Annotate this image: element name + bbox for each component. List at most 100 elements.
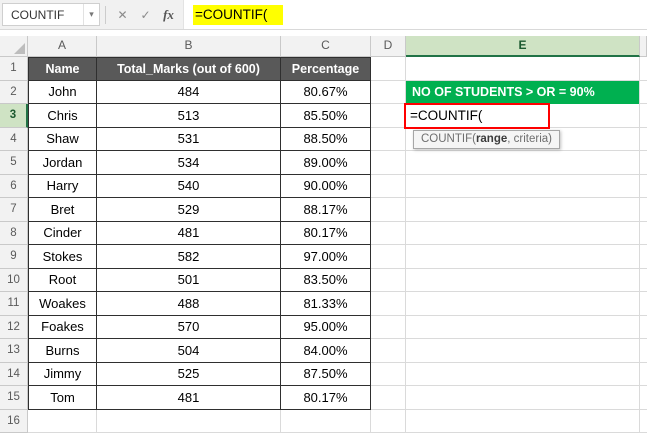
cell-C6[interactable]: 90.00% (281, 175, 371, 199)
row-header-6[interactable]: 6 (0, 175, 28, 199)
cell-C2[interactable]: 80.67% (281, 81, 371, 105)
row-header-2[interactable]: 2 (0, 81, 28, 105)
cell-E13[interactable] (406, 339, 640, 363)
cell-A15[interactable]: Tom (28, 386, 97, 410)
cell-B10[interactable]: 501 (97, 269, 281, 293)
row-header-5[interactable]: 5 (0, 151, 28, 175)
cell-B16[interactable] (97, 410, 281, 433)
row-header-13[interactable]: 13 (0, 339, 28, 363)
cell-B7[interactable]: 529 (97, 198, 281, 222)
row-header-9[interactable]: 9 (0, 245, 28, 269)
enter-icon[interactable]: ✓ (134, 3, 157, 26)
cell-B5[interactable]: 534 (97, 151, 281, 175)
cell-E7[interactable] (406, 198, 640, 222)
cell-C1[interactable]: Percentage (281, 57, 371, 81)
cell-B13[interactable]: 504 (97, 339, 281, 363)
cell-E9[interactable] (406, 245, 640, 269)
cell-A14[interactable]: Jimmy (28, 363, 97, 387)
cell-C11[interactable]: 81.33% (281, 292, 371, 316)
cell-B11[interactable]: 488 (97, 292, 281, 316)
name-box[interactable]: COUNTIF ▾ (2, 3, 100, 26)
row-header-16[interactable]: 16 (0, 410, 28, 433)
cell-B8[interactable]: 481 (97, 222, 281, 246)
cell-A11[interactable]: Woakes (28, 292, 97, 316)
col-header-B[interactable]: B (97, 36, 281, 57)
cell-D9[interactable] (371, 245, 406, 269)
cell-E1[interactable] (406, 57, 640, 81)
cell-C16[interactable] (281, 410, 371, 433)
cell-D16[interactable] (371, 410, 406, 433)
cell-D4[interactable] (371, 128, 406, 152)
cell-A4[interactable]: Shaw (28, 128, 97, 152)
cancel-icon[interactable]: ✕ (111, 3, 134, 26)
cell-B15[interactable]: 481 (97, 386, 281, 410)
cell-A2[interactable]: John (28, 81, 97, 105)
cell-A5[interactable]: Jordan (28, 151, 97, 175)
cell-A7[interactable]: Bret (28, 198, 97, 222)
active-cell-e3[interactable]: =COUNTIF( (404, 103, 550, 129)
cell-A13[interactable]: Burns (28, 339, 97, 363)
row-header-15[interactable]: 15 (0, 386, 28, 410)
banner-cell[interactable]: NO OF STUDENTS > OR = 90% (406, 81, 639, 105)
cell-E16[interactable] (406, 410, 640, 433)
cell-C15[interactable]: 80.17% (281, 386, 371, 410)
col-header-E[interactable]: E (406, 36, 640, 57)
row-header-1[interactable]: 1 (0, 57, 28, 81)
row-header-10[interactable]: 10 (0, 269, 28, 293)
cell-D1[interactable] (371, 57, 406, 81)
row-header-4[interactable]: 4 (0, 128, 28, 152)
cell-E11[interactable] (406, 292, 640, 316)
cell-A3[interactable]: Chris (28, 104, 97, 128)
cell-B4[interactable]: 531 (97, 128, 281, 152)
cell-D5[interactable] (371, 151, 406, 175)
cell-A10[interactable]: Root (28, 269, 97, 293)
row-header-12[interactable]: 12 (0, 316, 28, 340)
cell-C13[interactable]: 84.00% (281, 339, 371, 363)
name-box-dropdown-icon[interactable]: ▾ (83, 4, 99, 25)
select-all-corner[interactable] (0, 36, 28, 57)
cell-D2[interactable] (371, 81, 406, 105)
cell-B2[interactable]: 484 (97, 81, 281, 105)
cell-D6[interactable] (371, 175, 406, 199)
cell-A8[interactable]: Cinder (28, 222, 97, 246)
col-header-C[interactable]: C (281, 36, 371, 57)
row-header-14[interactable]: 14 (0, 363, 28, 387)
cell-E6[interactable] (406, 175, 640, 199)
cell-D7[interactable] (371, 198, 406, 222)
cell-D15[interactable] (371, 386, 406, 410)
formula-input[interactable]: =COUNTIF( (183, 0, 647, 29)
cell-E10[interactable] (406, 269, 640, 293)
row-header-8[interactable]: 8 (0, 222, 28, 246)
cell-B14[interactable]: 525 (97, 363, 281, 387)
col-header-A[interactable]: A (28, 36, 97, 57)
cell-D11[interactable] (371, 292, 406, 316)
cell-C7[interactable]: 88.17% (281, 198, 371, 222)
cell-B3[interactable]: 513 (97, 104, 281, 128)
cell-C9[interactable]: 97.00% (281, 245, 371, 269)
cell-D3[interactable] (371, 104, 406, 128)
cell-E12[interactable] (406, 316, 640, 340)
cell-D8[interactable] (371, 222, 406, 246)
cell-A12[interactable]: Foakes (28, 316, 97, 340)
cell-B9[interactable]: 582 (97, 245, 281, 269)
cell-B6[interactable]: 540 (97, 175, 281, 199)
cell-D12[interactable] (371, 316, 406, 340)
row-header-3[interactable]: 3 (0, 104, 28, 128)
cell-C12[interactable]: 95.00% (281, 316, 371, 340)
cell-A16[interactable] (28, 410, 97, 433)
cell-A9[interactable]: Stokes (28, 245, 97, 269)
cell-A1[interactable]: Name (28, 57, 97, 81)
cell-C10[interactable]: 83.50% (281, 269, 371, 293)
cell-C5[interactable]: 89.00% (281, 151, 371, 175)
cell-B12[interactable]: 570 (97, 316, 281, 340)
cell-D10[interactable] (371, 269, 406, 293)
col-header-D[interactable]: D (371, 36, 406, 57)
row-header-11[interactable]: 11 (0, 292, 28, 316)
row-header-7[interactable]: 7 (0, 198, 28, 222)
cell-C4[interactable]: 88.50% (281, 128, 371, 152)
cell-E8[interactable] (406, 222, 640, 246)
cell-A6[interactable]: Harry (28, 175, 97, 199)
insert-function-icon[interactable]: fx (157, 3, 180, 26)
cell-D14[interactable] (371, 363, 406, 387)
cell-D13[interactable] (371, 339, 406, 363)
